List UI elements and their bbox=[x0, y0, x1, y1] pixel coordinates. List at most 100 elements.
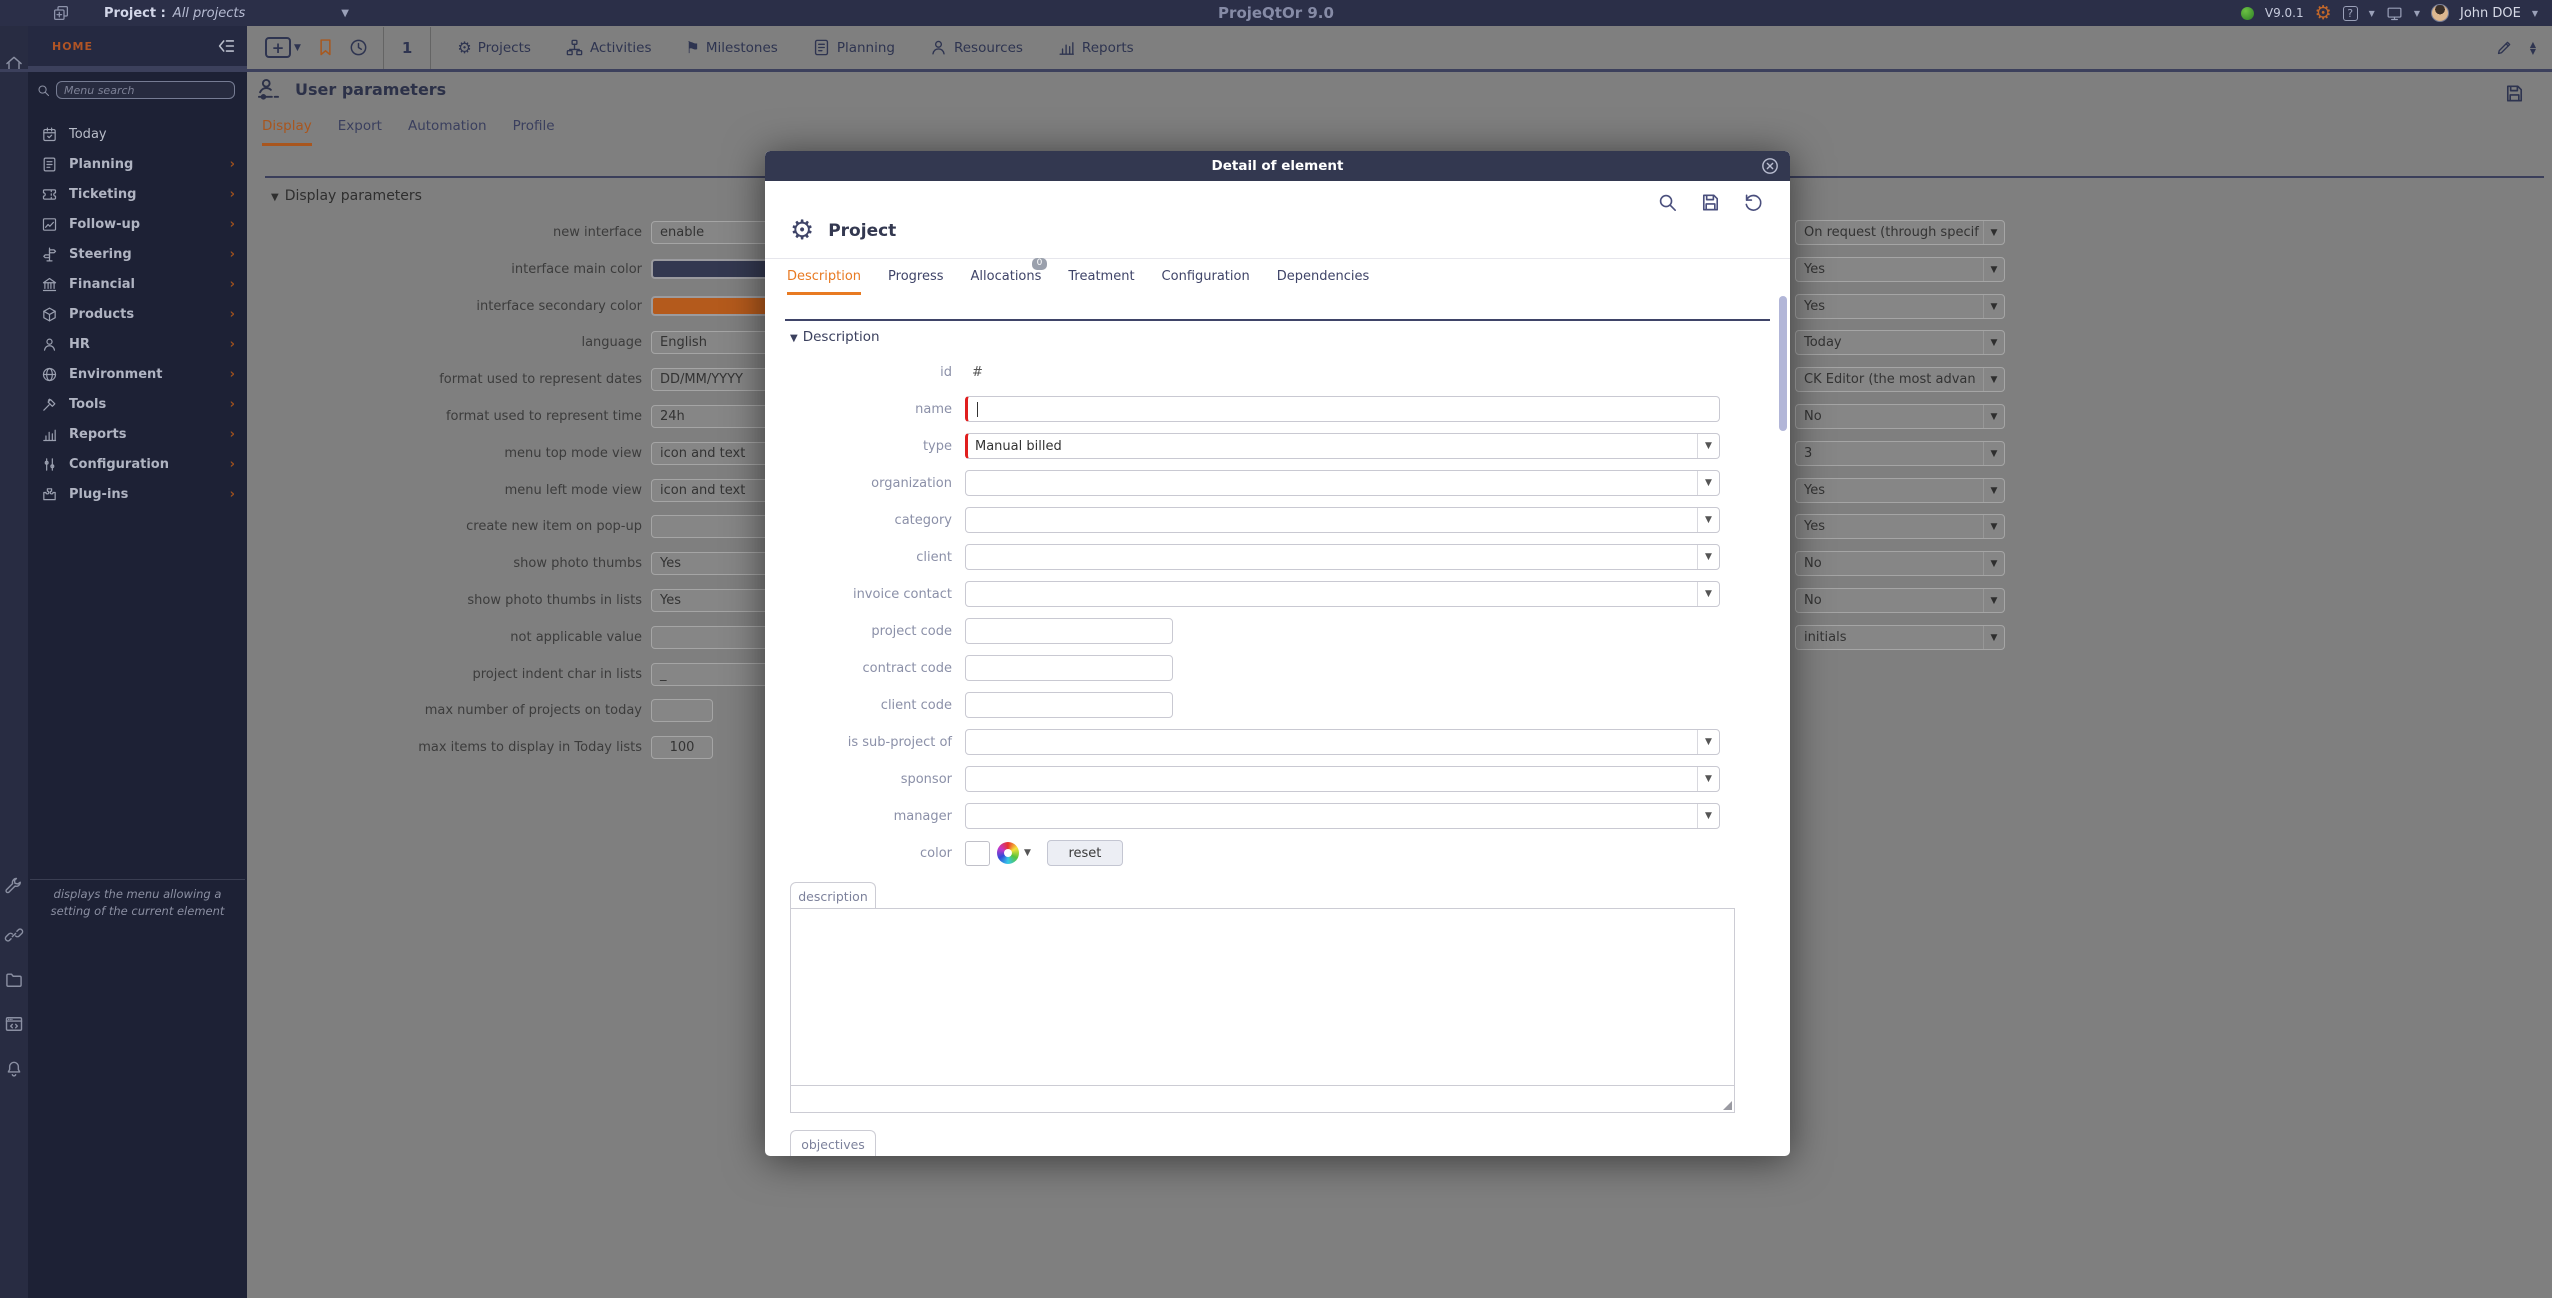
toolbar-nav-resources[interactable]: Resources bbox=[929, 38, 1023, 57]
chevron-down-icon[interactable]: ▼ bbox=[1983, 405, 2004, 428]
sidebar-item-plugins[interactable]: Plug-ins› bbox=[28, 479, 247, 509]
parameter-select[interactable]: Yes▼ bbox=[1795, 257, 2005, 282]
sort-arrows-icon[interactable]: ▲▼ bbox=[2530, 41, 2536, 55]
sidebar-item-steering[interactable]: Steering› bbox=[28, 239, 247, 269]
description-textarea[interactable] bbox=[790, 908, 1735, 1086]
resize-handle-icon[interactable] bbox=[1723, 1101, 1732, 1110]
sidebar-item-financial[interactable]: Financial› bbox=[28, 269, 247, 299]
tab-export[interactable]: Export bbox=[338, 118, 382, 146]
add-item-caret-icon[interactable]: ▼ bbox=[294, 43, 301, 53]
type-select[interactable]: Manual billed▼ bbox=[965, 433, 1720, 459]
color-caret-icon[interactable]: ▼ bbox=[1024, 848, 1031, 858]
manager-select[interactable]: ▼ bbox=[965, 803, 1720, 829]
chevron-down-icon[interactable]: ▼ bbox=[1983, 515, 2004, 538]
chevron-down-icon[interactable]: ▼ bbox=[1697, 508, 1719, 532]
toolbar-nav-planning[interactable]: Planning bbox=[812, 38, 895, 57]
window-restore-icon[interactable] bbox=[52, 4, 70, 22]
chevron-down-icon[interactable]: ▼ bbox=[1983, 626, 2004, 649]
reset-color-button[interactable]: reset bbox=[1047, 840, 1123, 866]
description-field-tab[interactable]: description bbox=[790, 882, 876, 909]
tab-display[interactable]: Display bbox=[262, 118, 312, 146]
save-icon[interactable] bbox=[1699, 191, 1722, 214]
project-code-input[interactable] bbox=[965, 618, 1173, 644]
toolbar-nav-reports[interactable]: Reports bbox=[1057, 38, 1134, 57]
menu-search-input[interactable] bbox=[56, 81, 235, 99]
parameter-select[interactable]: On request (through specif▼ bbox=[1795, 220, 2005, 245]
chevron-down-icon[interactable]: ▼ bbox=[1697, 767, 1719, 791]
name-input[interactable] bbox=[965, 396, 1720, 422]
search-icon[interactable] bbox=[1656, 191, 1679, 214]
wrench-icon[interactable] bbox=[4, 876, 24, 896]
parameter-select[interactable]: Yes▼ bbox=[1795, 514, 2005, 539]
code-window-icon[interactable] bbox=[4, 1014, 24, 1034]
sidebar-item-followup[interactable]: Follow-up› bbox=[28, 209, 247, 239]
chevron-down-icon[interactable]: ▼ bbox=[1983, 295, 2004, 318]
sidebar-item-today[interactable]: Today bbox=[28, 119, 247, 149]
dialog-tab-configuration[interactable]: Configuration bbox=[1162, 269, 1250, 295]
monitor-caret-icon[interactable]: ▼ bbox=[2414, 9, 2420, 18]
parameter-select[interactable]: Today▼ bbox=[1795, 330, 2005, 355]
chevron-down-icon[interactable]: ▼ bbox=[1697, 582, 1719, 606]
user-name[interactable]: John DOE bbox=[2460, 6, 2521, 21]
dialog-tab-dependencies[interactable]: Dependencies bbox=[1277, 269, 1370, 295]
toolbar-nav-milestones[interactable]: ⚑Milestones bbox=[686, 40, 778, 56]
parameter-select[interactable]: 3▼ bbox=[1795, 441, 2005, 466]
tab-automation[interactable]: Automation bbox=[408, 118, 487, 146]
parameter-select[interactable]: No▼ bbox=[1795, 588, 2005, 613]
project-caret-icon[interactable]: ▼ bbox=[341, 8, 349, 19]
sidebar-item-ticketing[interactable]: Ticketing› bbox=[28, 179, 247, 209]
parameter-select[interactable]: CK Editor (the most advan▼ bbox=[1795, 367, 2005, 392]
monitor-icon[interactable] bbox=[2386, 5, 2403, 22]
chevron-down-icon[interactable]: ▼ bbox=[1697, 545, 1719, 569]
dialog-tab-progress[interactable]: Progress bbox=[888, 269, 943, 295]
dialog-tab-treatment[interactable]: Treatment bbox=[1068, 269, 1134, 295]
chevron-down-icon[interactable]: ▼ bbox=[1983, 442, 2004, 465]
chevron-down-icon[interactable]: ▼ bbox=[1697, 730, 1719, 754]
section-title[interactable]: ▼Display parameters bbox=[271, 188, 422, 204]
close-icon[interactable] bbox=[1760, 156, 1780, 176]
parameter-input[interactable] bbox=[651, 699, 713, 722]
client-select[interactable]: ▼ bbox=[965, 544, 1720, 570]
objectives-field-tab[interactable]: objectives bbox=[790, 1130, 876, 1156]
sidebar-item-configuration[interactable]: Configuration› bbox=[28, 449, 247, 479]
invoice-contact-select[interactable]: ▼ bbox=[965, 581, 1720, 607]
tab-profile[interactable]: Profile bbox=[513, 118, 555, 146]
sponsor-select[interactable]: ▼ bbox=[965, 766, 1720, 792]
sidebar-item-products[interactable]: Products› bbox=[28, 299, 247, 329]
chevron-down-icon[interactable]: ▼ bbox=[1983, 221, 2004, 244]
toolbar-nav-projects[interactable]: ⚙Projects bbox=[457, 40, 531, 56]
chevron-down-icon[interactable]: ▼ bbox=[1983, 479, 2004, 502]
description-section-title[interactable]: ▼Description bbox=[790, 329, 880, 345]
edit-pencil-icon[interactable] bbox=[2495, 38, 2514, 57]
color-wheel-icon[interactable] bbox=[997, 842, 1019, 864]
contract-code-input[interactable] bbox=[965, 655, 1173, 681]
chevron-down-icon[interactable]: ▼ bbox=[1983, 331, 2004, 354]
parameter-input[interactable]: 100 bbox=[651, 736, 713, 759]
help-caret-icon[interactable]: ▼ bbox=[2369, 9, 2375, 18]
chevron-down-icon[interactable]: ▼ bbox=[1983, 258, 2004, 281]
chevron-down-icon[interactable]: ▼ bbox=[1983, 368, 2004, 391]
sidebar-item-environment[interactable]: Environment› bbox=[28, 359, 247, 389]
parameter-select[interactable]: Yes▼ bbox=[1795, 294, 2005, 319]
link-icon[interactable] bbox=[4, 925, 24, 945]
dialog-title-bar[interactable]: Detail of element bbox=[765, 151, 1790, 181]
chevron-down-icon[interactable]: ▼ bbox=[1697, 434, 1719, 458]
parameter-select[interactable]: No▼ bbox=[1795, 551, 2005, 576]
user-caret-icon[interactable]: ▼ bbox=[2532, 9, 2538, 18]
category-select[interactable]: ▼ bbox=[965, 507, 1720, 533]
sidebar-item-planning[interactable]: Planning› bbox=[28, 149, 247, 179]
sidebar-item-hr[interactable]: HR› bbox=[28, 329, 247, 359]
chevron-down-icon[interactable]: ▼ bbox=[1697, 804, 1719, 828]
undo-icon[interactable] bbox=[1742, 191, 1765, 214]
user-avatar[interactable] bbox=[2431, 4, 2449, 22]
chevron-down-icon[interactable]: ▼ bbox=[1697, 471, 1719, 495]
sub-project-select[interactable]: ▼ bbox=[965, 729, 1720, 755]
parameter-select[interactable]: No▼ bbox=[1795, 404, 2005, 429]
project-selector-value[interactable]: All projects bbox=[173, 6, 245, 21]
dialog-tab-description[interactable]: Description bbox=[787, 269, 861, 295]
color-swatch-input[interactable] bbox=[965, 841, 990, 866]
organization-select[interactable]: ▼ bbox=[965, 470, 1720, 496]
chevron-down-icon[interactable]: ▼ bbox=[1983, 552, 2004, 575]
save-layout-icon[interactable] bbox=[2503, 82, 2526, 105]
folder-icon[interactable] bbox=[4, 970, 24, 990]
